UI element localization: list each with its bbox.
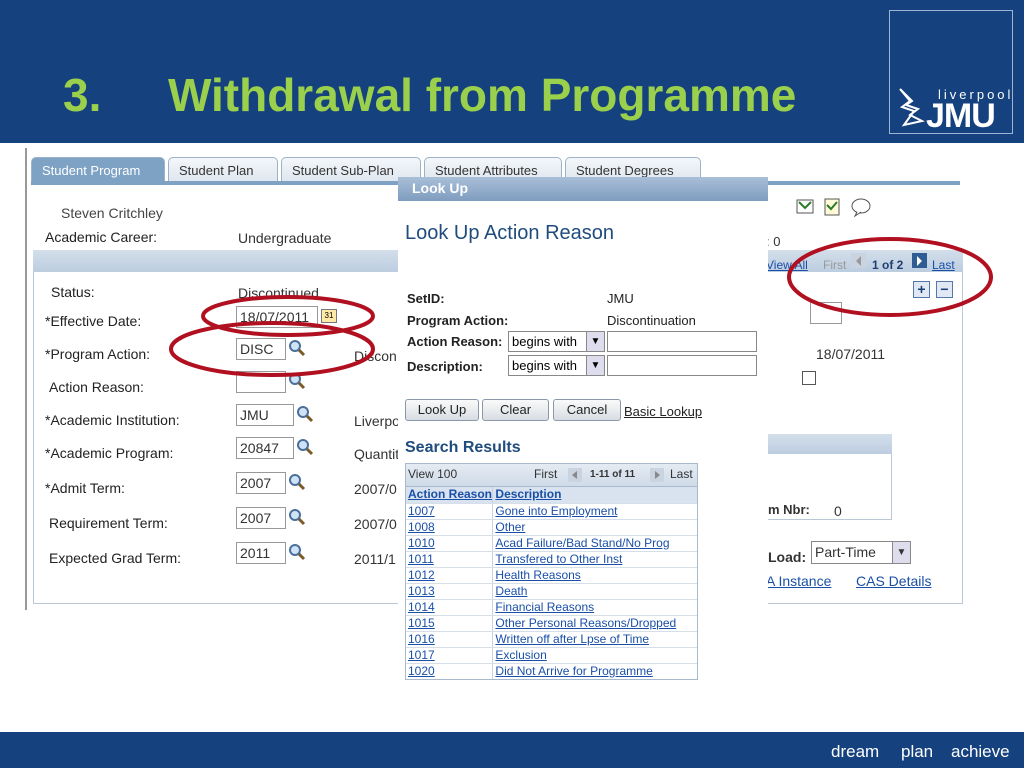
footer-achieve: achieve — [951, 742, 1010, 761]
annotation-ellipse-effective-date — [201, 295, 375, 337]
annotation-ellipse-row-navigation — [787, 237, 993, 317]
annotation-layer — [169, 237, 993, 377]
annotation-ellipse-program-action — [169, 321, 375, 377]
slide-footer: dream plan achieve — [0, 732, 1024, 768]
footer-dream: dream — [831, 742, 880, 761]
footer-plan: plan — [901, 742, 934, 761]
